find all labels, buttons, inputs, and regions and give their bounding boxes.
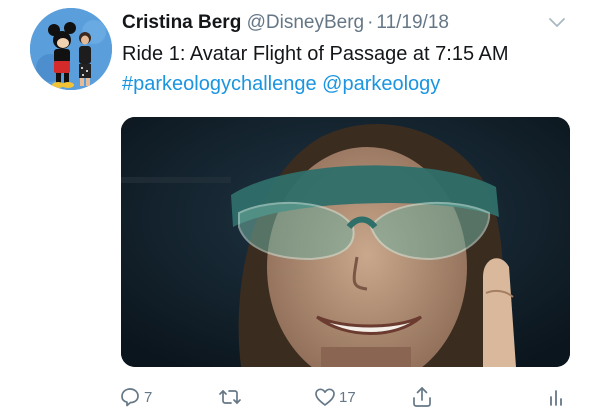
selfie-photo — [121, 117, 570, 367]
reply-button[interactable]: 7 — [118, 384, 152, 410]
reply-icon — [121, 388, 139, 407]
like-count: 17 — [339, 388, 356, 406]
tweet-date[interactable]: 11/19/18 — [376, 12, 449, 33]
tweet[interactable]: Cristina Berg @DisneyBerg · 11/19/18 Ride … — [0, 0, 600, 416]
retweet-button[interactable] — [218, 384, 244, 410]
avatar[interactable] — [30, 8, 112, 90]
retweet-icon — [219, 390, 241, 404]
tweet-actions: 7 17 — [0, 376, 600, 416]
share-button[interactable] — [410, 384, 434, 410]
tweet-links: #parkeologychallenge @parkeology — [122, 70, 440, 98]
user-handle[interactable]: @DisneyBerg — [247, 12, 365, 33]
analytics-icon — [550, 390, 562, 406]
chevron-down-icon[interactable] — [546, 12, 568, 34]
hashtag-link[interactable]: #parkeologychallenge — [122, 73, 317, 95]
share-icon — [413, 387, 431, 407]
tweet-text: Ride 1: Avatar Flight of Passage at 7:15… — [122, 43, 509, 65]
like-button[interactable]: 17 — [313, 384, 356, 410]
heart-icon — [315, 388, 335, 406]
mention-link[interactable]: @parkeology — [322, 73, 440, 95]
display-name[interactable]: Cristina Berg — [122, 12, 241, 33]
analytics-button[interactable] — [545, 384, 569, 410]
tweet-photo[interactable] — [121, 117, 570, 367]
avatar-image — [30, 8, 112, 90]
tweet-header: Cristina Berg @DisneyBerg · 11/19/18 — [122, 10, 570, 36]
separator-dot: · — [367, 12, 374, 33]
reply-count: 7 — [144, 388, 153, 406]
